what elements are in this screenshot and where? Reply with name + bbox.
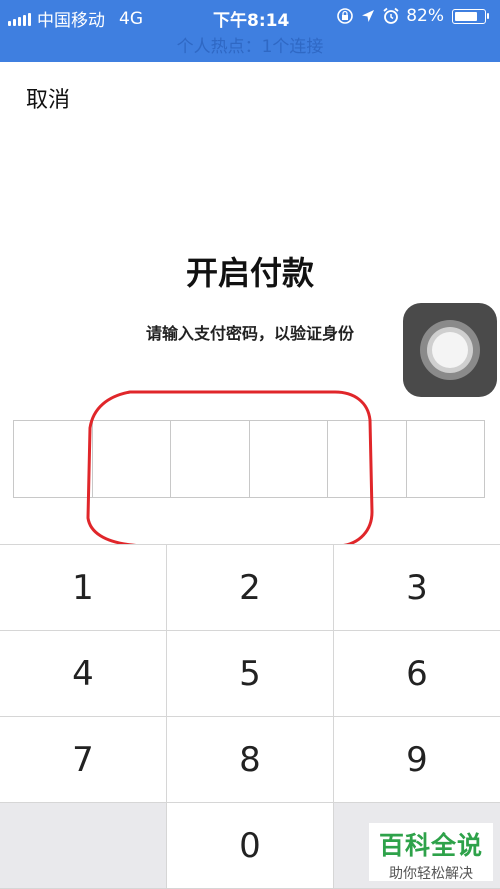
- carrier-name: 中国移动: [37, 11, 105, 31]
- battery-percent: 82%: [406, 6, 444, 26]
- assistive-touch-button[interactable]: [403, 303, 497, 397]
- watermark-subtitle: 助你轻松解决: [389, 866, 473, 882]
- key-8[interactable]: 8: [167, 717, 334, 803]
- network-type: 4G: [119, 8, 143, 29]
- pin-digit-box[interactable]: [250, 421, 328, 497]
- key-2[interactable]: 2: [167, 545, 334, 631]
- watermark-logo: 百科全说 助你轻松解决: [369, 823, 493, 882]
- alarm-icon: [383, 7, 399, 24]
- pin-digit-box[interactable]: [171, 421, 250, 497]
- location-arrow-icon: [362, 10, 375, 22]
- key-9[interactable]: 9: [334, 717, 500, 803]
- key-4[interactable]: 4: [0, 631, 167, 717]
- pin-digit-box[interactable]: [93, 421, 171, 497]
- personal-hotspot-banner[interactable]: 个人热点：1个连接: [0, 34, 500, 62]
- signal-strength-icon: [8, 12, 31, 26]
- cancel-button[interactable]: 取消: [26, 82, 70, 114]
- page-title: 开启付款: [185, 254, 314, 292]
- key-6[interactable]: 6: [334, 631, 500, 717]
- key-5[interactable]: 5: [167, 631, 334, 717]
- password-input[interactable]: [13, 420, 485, 498]
- watermark-title: 百科全说: [378, 831, 483, 860]
- status-time: 下午8:14: [213, 11, 290, 31]
- battery-icon: [452, 8, 489, 24]
- key-1[interactable]: 1: [0, 545, 167, 631]
- key-7[interactable]: 7: [0, 717, 167, 803]
- pin-digit-box[interactable]: [14, 421, 93, 497]
- key-0[interactable]: 0: [167, 803, 334, 889]
- assistive-touch-icon: [432, 332, 468, 368]
- pin-digit-box[interactable]: [328, 421, 407, 497]
- status-bar: 中国移动 4G 下午8:14 82%: [0, 0, 500, 34]
- key-blank-left: [0, 803, 167, 889]
- status-right: 82%: [336, 6, 489, 26]
- pin-digit-box[interactable]: [407, 421, 485, 497]
- status-left: 中国移动 4G: [8, 6, 143, 31]
- key-3[interactable]: 3: [334, 545, 500, 631]
- rotation-lock-icon: [337, 8, 354, 24]
